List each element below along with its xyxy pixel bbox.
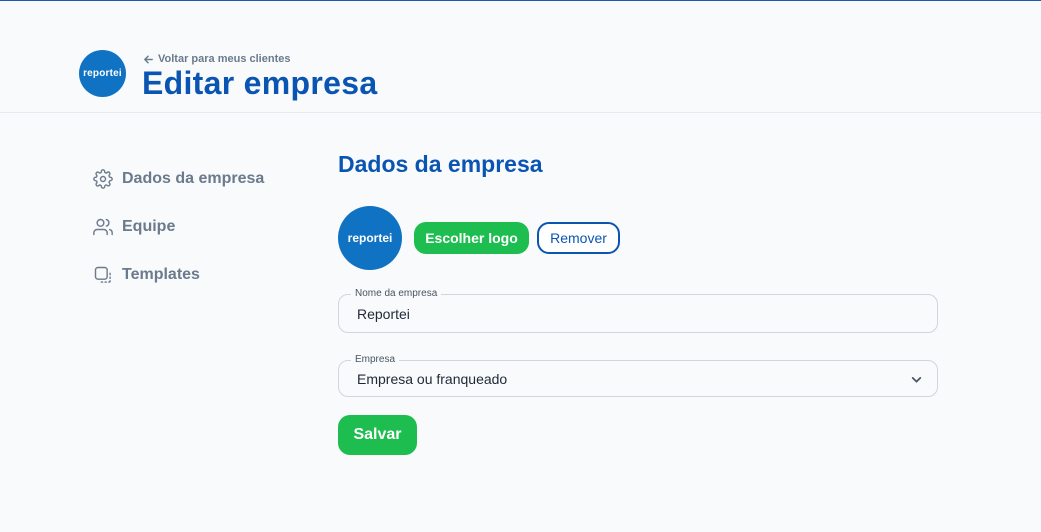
- sidebar-item-label: Templates: [122, 266, 200, 283]
- sidebar-item-dados-da-empresa[interactable]: Dados da empresa: [93, 167, 264, 191]
- back-link-label: Voltar para meus clientes: [158, 53, 291, 65]
- page-title: Editar empresa: [142, 65, 378, 101]
- client-logo: reportei: [79, 50, 126, 97]
- company-logo-text: reportei: [347, 231, 393, 245]
- sidebar-item-label: Dados da empresa: [122, 170, 265, 187]
- sidebar-item-label: Equipe: [122, 218, 176, 235]
- company-logo: reportei: [338, 206, 402, 270]
- chevron-down-icon: [911, 377, 922, 383]
- remove-logo-button[interactable]: Remover: [537, 222, 620, 254]
- client-logo-text: reportei: [83, 68, 122, 79]
- back-to-clients-link[interactable]: Voltar para meus clientes: [143, 52, 290, 66]
- company-type-value: Empresa ou franqueado: [357, 371, 508, 387]
- template-icon: [94, 266, 111, 283]
- sidebar-item-templates[interactable]: Templates: [93, 263, 200, 287]
- users-icon: [93, 218, 113, 236]
- company-type-label: Empresa: [351, 354, 400, 365]
- choose-logo-button[interactable]: Escolher logo: [414, 222, 529, 254]
- company-type-select[interactable]: Empresa Empresa ou franqueado: [338, 354, 938, 397]
- company-name-input[interactable]: [357, 304, 917, 324]
- sidebar-item-equipe[interactable]: Equipe: [93, 215, 175, 239]
- company-name-field: Nome da empresa: [338, 288, 938, 333]
- save-button[interactable]: Salvar: [338, 415, 417, 455]
- section-title: Dados da empresa: [338, 151, 543, 177]
- arrow-left-icon: [144, 55, 153, 63]
- page-header: reportei Voltar para meus clientes Edita…: [0, 1, 1041, 113]
- gear-icon: [93, 169, 113, 189]
- company-name-label: Nome da empresa: [351, 288, 442, 299]
